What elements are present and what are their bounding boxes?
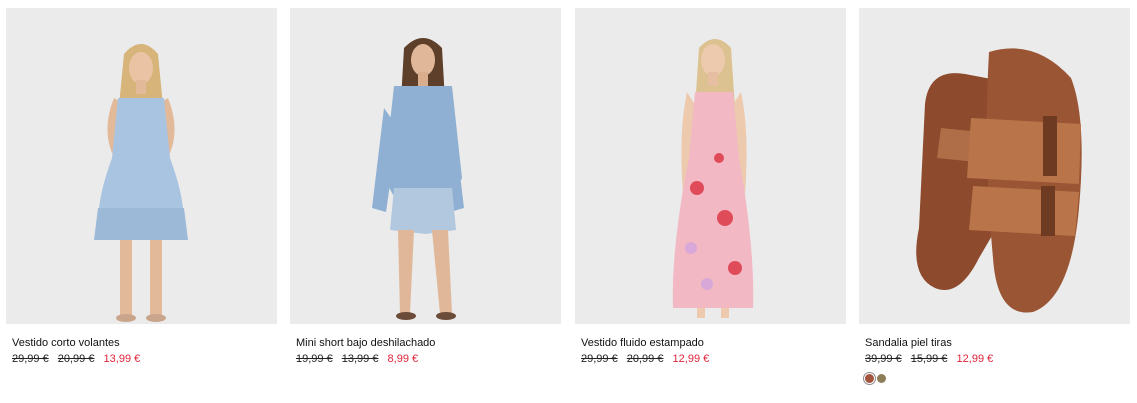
price-row: 29,99 € 20,99 € 12,99 €	[581, 352, 846, 366]
product-card[interactable]: Vestido fluido estampado 29,99 € 20,99 €…	[575, 8, 846, 366]
previous-price: 20,99 €	[57, 353, 95, 365]
product-name[interactable]: Sandalia piel tiras	[865, 336, 1130, 350]
product-name[interactable]: Vestido fluido estampado	[581, 336, 846, 350]
sale-price: 12,99 €	[672, 353, 710, 365]
color-swatch-brown[interactable]	[865, 374, 874, 383]
previous-price: 13,99 €	[341, 353, 379, 365]
price-row: 39,99 € 15,99 € 12,99 €	[865, 352, 1130, 366]
price-row: 19,99 € 13,99 € 8,99 €	[296, 352, 561, 366]
product-card[interactable]: Vestido corto volantes 29,99 € 20,99 € 1…	[6, 8, 277, 366]
price-row: 29,99 € 20,99 € 13,99 €	[12, 352, 277, 366]
product-name[interactable]: Vestido corto volantes	[12, 336, 277, 350]
product-image[interactable]	[290, 8, 561, 324]
sale-price: 13,99 €	[103, 353, 141, 365]
product-name[interactable]: Mini short bajo deshilachado	[296, 336, 561, 350]
previous-price: 20,99 €	[626, 353, 664, 365]
sale-price: 8,99 €	[387, 353, 419, 365]
original-price: 39,99 €	[865, 353, 902, 365]
product-image[interactable]	[859, 8, 1130, 324]
sale-price: 12,99 €	[956, 353, 994, 365]
original-price: 29,99 €	[12, 353, 49, 365]
color-swatches	[865, 374, 1130, 383]
product-card[interactable]: Sandalia piel tiras 39,99 € 15,99 € 12,9…	[859, 8, 1130, 383]
previous-price: 15,99 €	[910, 353, 948, 365]
color-swatch-khaki[interactable]	[877, 374, 886, 383]
original-price: 29,99 €	[581, 353, 618, 365]
original-price: 19,99 €	[296, 353, 333, 365]
product-card[interactable]: Mini short bajo deshilachado 19,99 € 13,…	[290, 8, 561, 366]
product-image[interactable]	[6, 8, 277, 324]
product-image[interactable]	[575, 8, 846, 324]
product-grid: Vestido corto volantes 29,99 € 20,99 € 1…	[0, 0, 1137, 403]
